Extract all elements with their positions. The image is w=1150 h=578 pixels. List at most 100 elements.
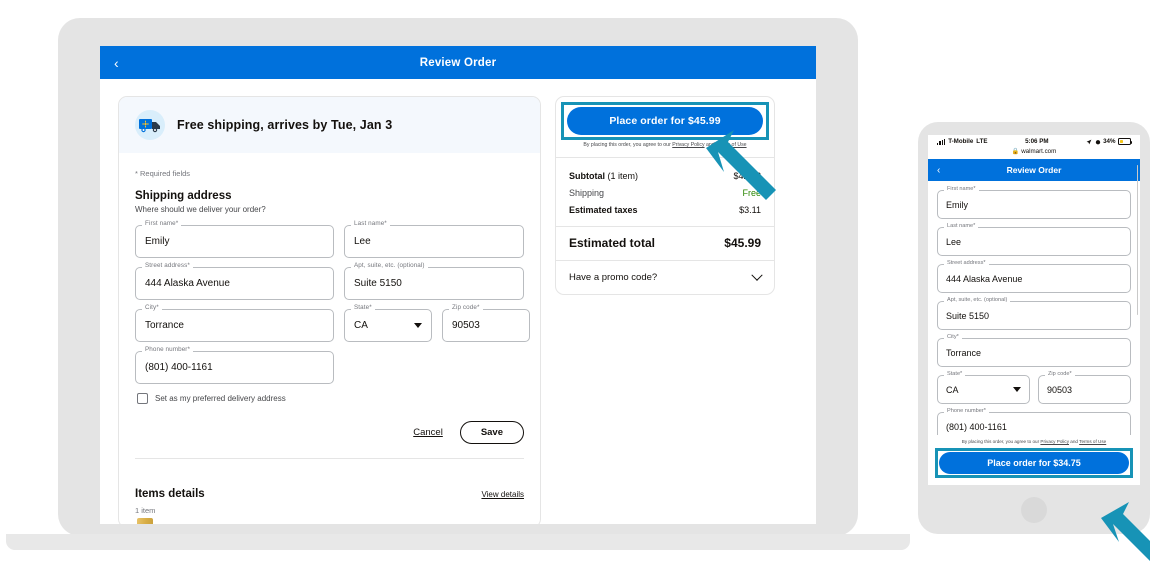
estimated-total-label: Estimated total xyxy=(569,236,656,251)
last-name-label: Last name* xyxy=(351,220,390,227)
mobile-first-name-label: First name* xyxy=(944,186,979,192)
phone-number-label: Phone number* xyxy=(142,346,194,353)
mobile-privacy-policy-link[interactable]: Privacy Policy xyxy=(1040,439,1069,444)
subtotal-qty: (1 item) xyxy=(605,170,639,181)
mobile-last-name-label: Last name* xyxy=(944,223,979,229)
battery-percent: 34% xyxy=(1103,138,1116,145)
mobile-phone-number-label: Phone number* xyxy=(944,408,989,414)
mobile-city-label: City* xyxy=(944,334,962,340)
phone-home-button[interactable] xyxy=(1021,497,1047,523)
chevron-down-icon xyxy=(1013,387,1021,392)
laptop-device-mockup: ‹ Review Order Free shipping, arrives by… xyxy=(6,18,910,550)
city-label: City* xyxy=(142,304,162,311)
checkbox-icon[interactable] xyxy=(137,393,148,404)
mobile-sticky-footer: By placing this order, you agree to our … xyxy=(928,435,1140,485)
phone-number-value: (801) 400-1161 xyxy=(145,362,213,373)
desktop-app-header: ‹ Review Order xyxy=(100,46,816,79)
mobile-last-name-field[interactable]: Last name* Lee xyxy=(937,223,1131,256)
mobile-place-order-button[interactable]: Place order for $34.75 xyxy=(939,452,1129,474)
mobile-page-title: Review Order xyxy=(1006,165,1062,175)
first-name-field[interactable]: First name* Emily xyxy=(135,220,334,258)
mobile-apt-suite-label: Apt, suite, etc. (optional) xyxy=(944,297,1011,303)
section-subtitle: Where should we deliver your order? xyxy=(135,205,266,214)
last-name-value: Lee xyxy=(354,236,371,247)
preferred-address-checkbox-row[interactable]: Set as my preferred delivery address xyxy=(137,393,524,404)
mobile-legal-prefix: By placing this order, you agree to our xyxy=(961,439,1041,444)
form-actions: Cancel Save xyxy=(135,421,524,444)
mobile-first-name-value: Emily xyxy=(946,199,968,210)
subtotal-label: Subtotal xyxy=(569,170,605,181)
mobile-street-address-value: 444 Alaska Avenue xyxy=(946,273,1023,284)
form-row-city-state-zip: City* Torrance State* CA Zip code* 90503 xyxy=(135,304,530,342)
network-label: LTE xyxy=(976,138,988,145)
url-text: walmart.com xyxy=(1021,148,1057,155)
save-button[interactable]: Save xyxy=(459,421,524,444)
view-details-link[interactable]: View details xyxy=(481,490,524,499)
mobile-callout-arrow xyxy=(1101,502,1150,561)
alarm-clock-icon xyxy=(1095,139,1100,144)
mobile-legal-disclaimer: By placing this order, you agree to our … xyxy=(935,439,1133,448)
promo-code-label: Have a promo code? xyxy=(569,272,658,284)
mobile-status-bar: T-Mobile LTE 5:06 PM 34% xyxy=(928,135,1140,145)
first-name-label: First name* xyxy=(142,220,182,227)
promo-code-row[interactable]: Have a promo code? xyxy=(556,261,774,294)
chevron-down-icon[interactable] xyxy=(751,269,763,281)
carrier-label: T-Mobile xyxy=(948,138,974,145)
chevron-down-icon xyxy=(414,323,422,328)
mobile-street-address-field[interactable]: Street address* 444 Alaska Avenue xyxy=(937,260,1131,293)
estimated-total-row: Estimated total $45.99 xyxy=(556,227,774,260)
lock-icon: 🔒 xyxy=(1011,148,1020,155)
mobile-city-value: Torrance xyxy=(946,347,982,358)
mobile-scrollbar[interactable] xyxy=(1136,165,1138,315)
shipping-label: Shipping xyxy=(569,187,605,198)
mobile-city-field[interactable]: City* Torrance xyxy=(937,334,1131,367)
items-details-header: Items details View details xyxy=(119,473,540,500)
signal-bars-icon xyxy=(937,138,946,145)
mobile-terms-of-use-link[interactable]: Terms of Use xyxy=(1079,439,1106,444)
form-row-street: Street address* 444 Alaska Avenue Apt, s… xyxy=(135,262,524,300)
estimated-total-value: $45.99 xyxy=(724,236,761,251)
mobile-street-address-label: Street address* xyxy=(944,260,989,266)
mobile-legal-mid: and xyxy=(1069,439,1080,444)
mobile-place-order-area: Place order for $34.75 xyxy=(935,448,1133,478)
chevron-left-icon[interactable]: ‹ xyxy=(937,165,940,176)
phone-device-mockup: T-Mobile LTE 5:06 PM 34% 🔒 walmart.com ‹… xyxy=(918,122,1150,534)
mobile-apt-suite-field[interactable]: Apt, suite, etc. (optional) Suite 5150 xyxy=(937,297,1131,330)
first-name-value: Emily xyxy=(145,236,170,247)
desktop-left-column: Free shipping, arrives by Tue, Jan 3 * R… xyxy=(118,96,541,524)
chevron-left-icon[interactable]: ‹ xyxy=(114,56,119,70)
screenshot-stage: ‹ Review Order Free shipping, arrives by… xyxy=(0,0,1150,578)
phone-number-field[interactable]: Phone number* (801) 400-1161 xyxy=(135,346,334,384)
required-fields-note: * Required fields xyxy=(135,169,191,178)
status-time: 5:06 PM xyxy=(1025,138,1049,145)
street-address-field[interactable]: Street address* 444 Alaska Avenue xyxy=(135,262,334,300)
mobile-state-value: CA xyxy=(946,384,959,395)
mobile-zip-code-value: 90503 xyxy=(1047,384,1073,395)
items-details-title: Items details xyxy=(135,488,205,500)
mobile-zip-code-field[interactable]: Zip code* 90503 xyxy=(1038,371,1131,404)
mobile-screen: T-Mobile LTE 5:06 PM 34% 🔒 walmart.com ‹… xyxy=(928,135,1140,485)
apt-suite-field[interactable]: Apt, suite, etc. (optional) Suite 5150 xyxy=(344,262,524,300)
apt-suite-label: Apt, suite, etc. (optional) xyxy=(351,262,428,269)
state-value: CA xyxy=(354,320,368,331)
mobile-state-zip-row: State* CA Zip code* 90503 xyxy=(937,371,1131,412)
zip-code-field[interactable]: Zip code* 90503 xyxy=(442,304,530,342)
mobile-phone-number-value: (801) 400-1161 xyxy=(946,421,1007,432)
laptop-base xyxy=(6,534,910,550)
last-name-field[interactable]: Last name* Lee xyxy=(344,220,524,258)
browser-url-bar[interactable]: 🔒 walmart.com xyxy=(928,145,1140,159)
mobile-state-label: State* xyxy=(944,371,966,377)
cancel-link[interactable]: Cancel xyxy=(413,427,443,438)
location-arrow-icon xyxy=(1086,139,1092,144)
taxes-label: Estimated taxes xyxy=(569,204,638,215)
mobile-zip-code-label: Zip code* xyxy=(1045,371,1075,377)
mobile-state-select[interactable]: State* CA xyxy=(937,371,1030,404)
mobile-first-name-field[interactable]: First name* Emily xyxy=(937,186,1131,219)
city-value: Torrance xyxy=(145,320,184,331)
battery-low-power-icon xyxy=(1117,138,1132,145)
state-select[interactable]: State* CA xyxy=(344,304,432,342)
divider xyxy=(135,458,524,459)
city-field[interactable]: City* Torrance xyxy=(135,304,334,342)
form-row-name: First name* Emily Last name* Lee xyxy=(135,220,524,258)
apt-suite-value: Suite 5150 xyxy=(354,278,402,289)
